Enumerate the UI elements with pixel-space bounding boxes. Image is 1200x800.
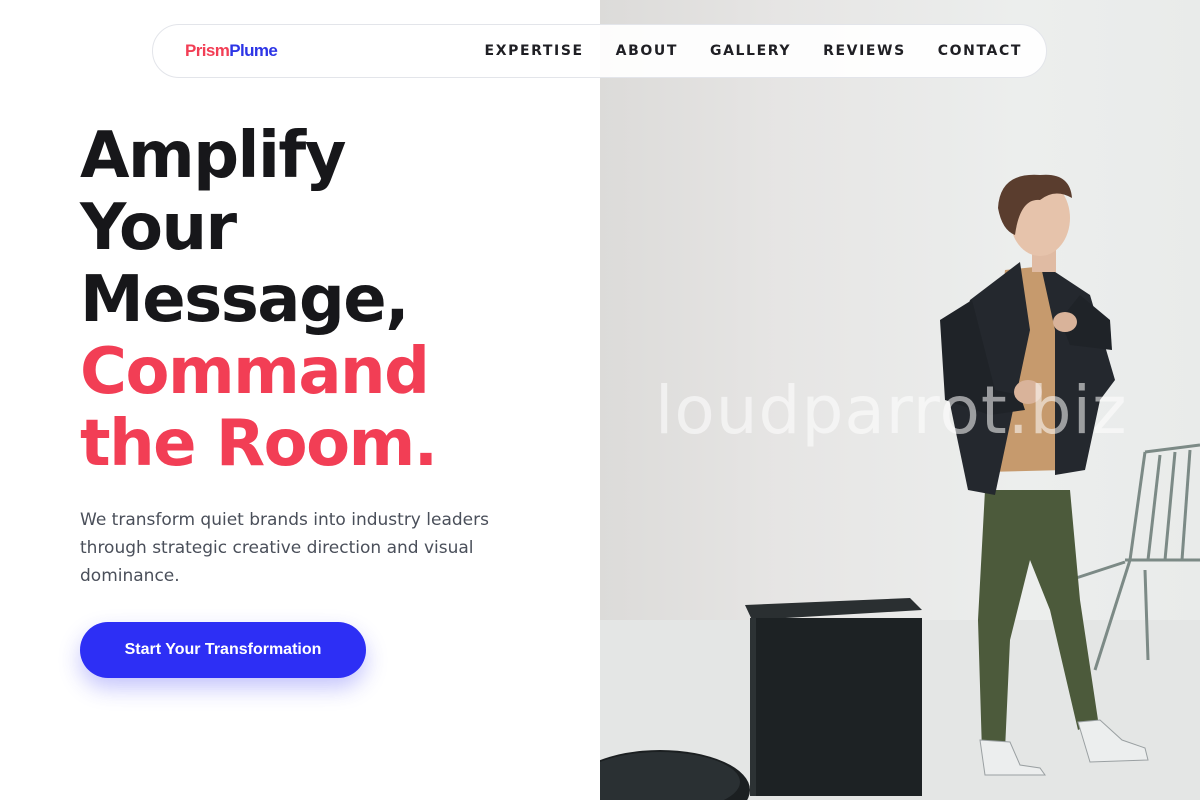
hero-subtitle: We transform quiet brands into industry … <box>80 510 489 586</box>
nav-link-contact[interactable]: CONTACT <box>938 43 1022 59</box>
headline-line-2: Your <box>80 191 237 265</box>
nav-links: EXPERTISE ABOUT GALLERY REVIEWS CONTACT <box>485 43 1022 59</box>
headline-line-3: Message, <box>80 263 409 337</box>
start-transformation-button[interactable]: Start Your Transformation <box>80 622 366 678</box>
nav-link-expertise[interactable]: EXPERTISE <box>485 43 584 59</box>
brand-logo-part2: Plume <box>229 41 278 60</box>
hero-headline: Amplify Your Message, Command the Room. <box>80 119 438 481</box>
headline-line-1: Amplify <box>80 119 346 193</box>
top-nav: PrismPlume EXPERTISE ABOUT GALLERY REVIE… <box>152 24 1047 78</box>
brand-logo-part1: Prism <box>185 41 230 60</box>
brand-logo[interactable]: PrismPlume <box>185 41 278 61</box>
nav-link-reviews[interactable]: REVIEWS <box>823 43 906 59</box>
nav-link-about[interactable]: ABOUT <box>616 43 678 59</box>
headline-accent-line-1: Command <box>80 335 430 409</box>
headline-accent-line-2: the Room. <box>80 407 438 481</box>
watermark-text: loudparrot.biz <box>655 372 1128 449</box>
nav-link-gallery[interactable]: GALLERY <box>710 43 791 59</box>
